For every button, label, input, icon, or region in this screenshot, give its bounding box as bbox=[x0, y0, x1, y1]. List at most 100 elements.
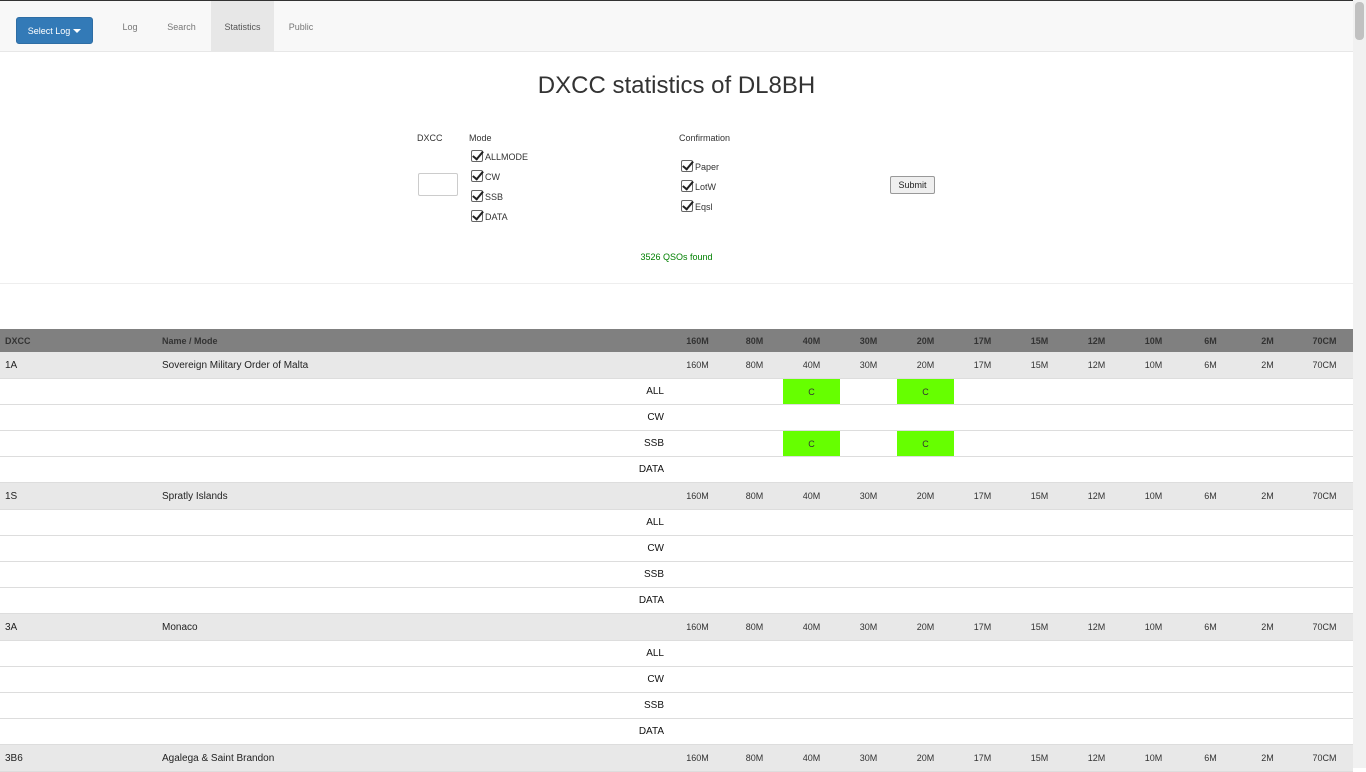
band-label: 30M bbox=[859, 622, 878, 632]
dxcc-input[interactable] bbox=[418, 173, 458, 196]
mode-row: SSB bbox=[0, 562, 1353, 588]
nav-log[interactable]: Log bbox=[112, 1, 148, 52]
band-label: 6M bbox=[1204, 753, 1217, 763]
select-log-button[interactable]: Select Log bbox=[16, 17, 93, 44]
entity-name: Sovereign Military Order of Malta bbox=[162, 359, 309, 371]
header-band: 70CM bbox=[1312, 335, 1337, 346]
mode-row: DATA bbox=[0, 719, 1353, 745]
header-band: 80M bbox=[745, 335, 764, 346]
header-band: 30M bbox=[859, 335, 878, 346]
header-band: 20M bbox=[916, 335, 935, 346]
caret-down-icon bbox=[73, 28, 82, 33]
checkbox-checked[interactable] bbox=[681, 160, 693, 172]
mode-label: CW bbox=[647, 674, 664, 685]
confirmation-paper[interactable]: Paper bbox=[681, 160, 719, 172]
checkbox-checked[interactable] bbox=[471, 170, 483, 182]
mode-label: DATA bbox=[638, 464, 664, 475]
mode-ssb[interactable]: SSB bbox=[471, 190, 503, 202]
band-label: 160M bbox=[686, 491, 709, 501]
header-dxcc: DXCC bbox=[5, 335, 31, 346]
checkbox-checked[interactable] bbox=[681, 200, 693, 212]
nav-public[interactable]: Public bbox=[281, 1, 321, 52]
mode-label: SSB bbox=[643, 700, 664, 711]
qsos-found-status: 3526 QSOs found bbox=[640, 252, 713, 262]
band-label: 2M bbox=[1261, 491, 1274, 501]
band-label: 40M bbox=[802, 622, 821, 632]
vertical-scrollbar[interactable] bbox=[1353, 0, 1366, 768]
mode-allmode-label: ALLMODE bbox=[485, 152, 529, 162]
mode-row: DATA bbox=[0, 457, 1353, 483]
confirmation-paper-label: Paper bbox=[695, 162, 720, 172]
mode-row: SSB C C bbox=[0, 431, 1353, 457]
mode-ssb-label: SSB bbox=[485, 192, 504, 202]
entity-prefix: 3A bbox=[5, 621, 18, 633]
select-log-label: Select Log bbox=[27, 25, 71, 36]
divider bbox=[0, 283, 1353, 284]
band-label: 30M bbox=[859, 491, 878, 501]
entity-row: 1A Sovereign Military Order of Malta 160M 8… bbox=[0, 352, 1353, 379]
entity-prefix: 3B6 bbox=[5, 752, 23, 764]
page-title: DXCC statistics of DL8BH bbox=[537, 72, 816, 99]
header-band: 10M bbox=[1144, 335, 1163, 346]
confirmed-cell: C bbox=[897, 379, 954, 404]
band-label: 6M bbox=[1204, 622, 1217, 632]
checkbox-checked[interactable] bbox=[471, 190, 483, 202]
header-band: 17M bbox=[973, 335, 992, 346]
band-label: 20M bbox=[916, 491, 935, 501]
confirmed-cell: C bbox=[783, 431, 840, 456]
mode-cw-label: CW bbox=[485, 172, 500, 182]
band-label: 80M bbox=[745, 360, 764, 370]
band-label: 2M bbox=[1261, 622, 1274, 632]
mode-row: ALL bbox=[0, 510, 1353, 536]
scrollbar-thumb[interactable] bbox=[1355, 2, 1364, 40]
band-label: 30M bbox=[859, 753, 878, 763]
band-label: 70CM bbox=[1312, 753, 1337, 763]
mode-row: CW bbox=[0, 405, 1353, 431]
mode-row: CW bbox=[0, 667, 1353, 693]
confirmation-lotw[interactable]: LotW bbox=[681, 180, 716, 192]
confirmation-eqsl[interactable]: Eqsl bbox=[681, 200, 713, 212]
dxcc-statistics-table: DXCC Name / Mode 160M 80M 40M 30M 20M 17M 15M 1… bbox=[0, 329, 1353, 772]
mode-label: Mode bbox=[469, 133, 492, 143]
band-label: 15M bbox=[1030, 360, 1049, 370]
band-label: 20M bbox=[916, 753, 935, 763]
checkbox-checked[interactable] bbox=[471, 210, 483, 222]
nav-statistics[interactable]: Statistics bbox=[211, 1, 274, 52]
mode-cw[interactable]: CW bbox=[471, 170, 500, 182]
band-label: 12M bbox=[1087, 622, 1106, 632]
band-label: 20M bbox=[916, 622, 935, 632]
mode-label: ALL bbox=[646, 648, 664, 659]
band-label: 17M bbox=[973, 491, 992, 501]
band-label: 15M bbox=[1030, 491, 1049, 501]
checkbox-checked[interactable] bbox=[471, 150, 483, 162]
confirmation-label: Confirmation bbox=[679, 133, 731, 143]
band-label: 160M bbox=[686, 360, 709, 370]
entity-name: Monaco bbox=[162, 621, 198, 633]
band-label: 80M bbox=[745, 622, 764, 632]
entity-row: 1S Spratly Islands 160M 80M 40M 30M 20M 17M 15M 1… bbox=[0, 483, 1353, 510]
band-label: 10M bbox=[1144, 360, 1163, 370]
mode-row: DATA bbox=[0, 588, 1353, 614]
dxcc-label: DXCC bbox=[417, 133, 443, 143]
entity-name: Agalega & Saint Brandon bbox=[162, 752, 275, 764]
table-header: DXCC Name / Mode 160M 80M 40M 30M 20M 17M 15M 1… bbox=[0, 329, 1353, 352]
nav-search[interactable]: Search bbox=[159, 1, 204, 52]
header-band: 15M bbox=[1030, 335, 1049, 346]
header-band: 160M bbox=[686, 335, 709, 346]
band-label: 20M bbox=[916, 360, 935, 370]
mode-label: ALL bbox=[646, 517, 664, 528]
band-label: 2M bbox=[1261, 753, 1274, 763]
header-band: 40M bbox=[802, 335, 821, 346]
entity-prefix: 1S bbox=[5, 490, 18, 502]
band-label: 70CM bbox=[1312, 622, 1337, 632]
header-band: 12M bbox=[1087, 335, 1106, 346]
band-label: 30M bbox=[859, 360, 878, 370]
checkbox-checked[interactable] bbox=[681, 180, 693, 192]
submit-button[interactable]: Submit bbox=[890, 176, 935, 194]
band-label: 40M bbox=[802, 491, 821, 501]
confirmation-eqsl-label: Eqsl bbox=[695, 202, 713, 212]
mode-label: DATA bbox=[638, 726, 664, 737]
mode-allmode[interactable]: ALLMODE bbox=[471, 150, 528, 162]
mode-data[interactable]: DATA bbox=[471, 210, 508, 222]
header-band: 6M bbox=[1204, 335, 1217, 346]
